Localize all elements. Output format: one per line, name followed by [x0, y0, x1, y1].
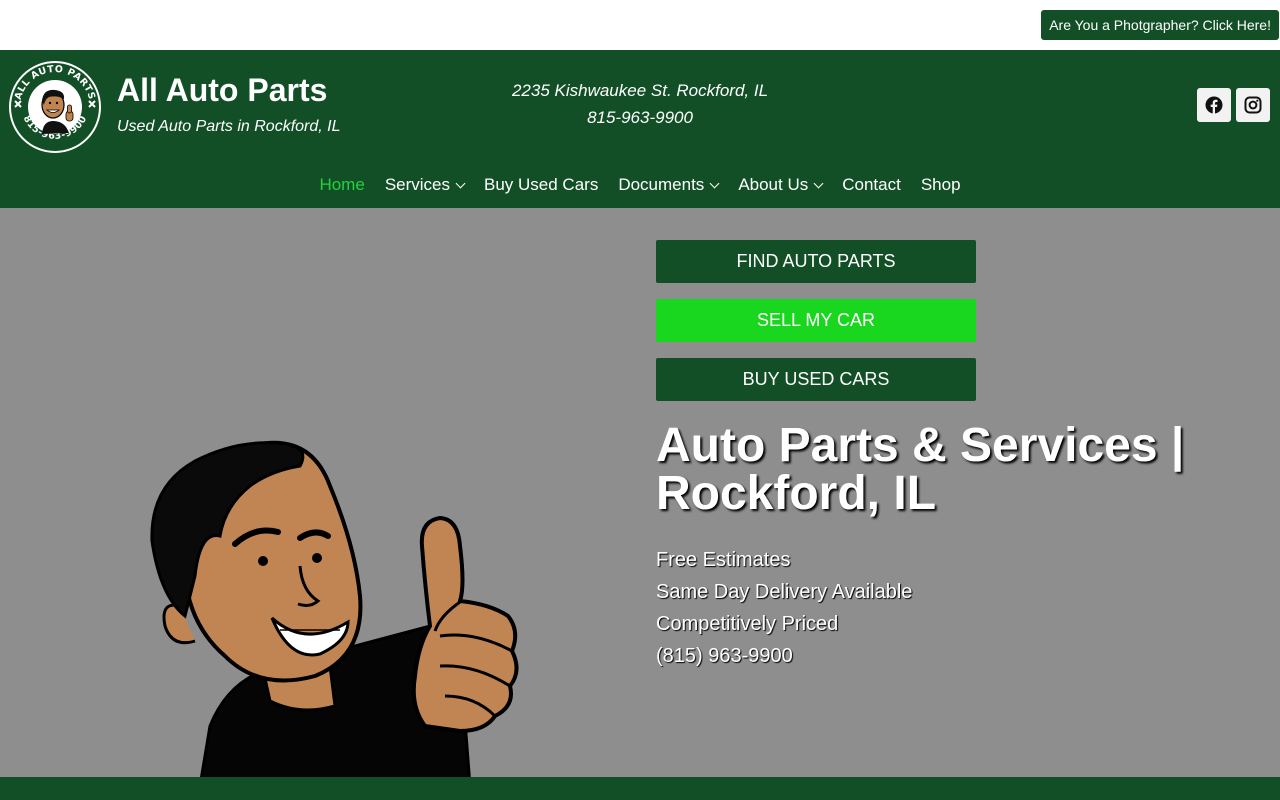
site-logo[interactable]: ALL AUTO PARTS 815-963-9900 — [9, 61, 101, 153]
photographer-button[interactable]: Are You a Photgrapher? Click Here! — [1041, 10, 1279, 40]
header-phone[interactable]: 815-963-9900 — [440, 108, 840, 128]
sell-my-car-button[interactable]: SELL MY CAR — [656, 299, 976, 342]
nav-label: Shop — [920, 175, 961, 194]
nav-label: Services — [384, 175, 450, 194]
instagram-icon — [1244, 96, 1262, 114]
nav-label: About Us — [738, 175, 809, 194]
nav-item-about-us[interactable]: About Us — [728, 172, 832, 198]
facebook-link[interactable] — [1197, 88, 1231, 122]
nav-item-contact[interactable]: Contact — [832, 172, 911, 198]
instagram-link[interactable] — [1236, 88, 1270, 122]
main-nav: Home Services Buy Used Cars Documents Ab… — [0, 172, 1280, 198]
chevron-down-icon — [455, 178, 466, 188]
nav-item-shop[interactable]: Shop — [911, 172, 971, 198]
footer-band — [0, 777, 1280, 800]
site-tagline: Used Auto Parts in Rockford, IL — [117, 118, 341, 135]
buy-used-cars-button[interactable]: BUY USED CARS — [656, 358, 976, 401]
nav-label: Contact — [842, 175, 901, 194]
nav-item-buy-used-cars[interactable]: Buy Used Cars — [474, 172, 608, 198]
feature-same-day-delivery: Same Day Delivery Available — [656, 581, 913, 603]
chevron-down-icon — [813, 178, 824, 188]
hero-section: FIND AUTO PARTS SELL MY CAR BUY USED CAR… — [0, 208, 1280, 777]
top-bar: Are You a Photgrapher? Click Here! — [0, 0, 1280, 50]
facebook-icon — [1205, 96, 1223, 114]
site-header: ALL AUTO PARTS 815-963-9900 All Auto Par… — [0, 50, 1280, 208]
nav-label: Home — [319, 175, 365, 194]
chevron-down-icon — [709, 178, 720, 188]
feature-free-estimates: Free Estimates — [656, 549, 791, 571]
find-auto-parts-button[interactable]: FIND AUTO PARTS — [656, 240, 976, 283]
thumbs-up-mascot-illustration — [150, 440, 519, 777]
nav-label: Documents — [618, 175, 705, 194]
hero-title: Auto Parts & Services | Rockford, IL — [656, 419, 1185, 520]
header-address: 2235 Kishwaukee St. Rockford, IL — [511, 81, 769, 100]
nav-label: Buy Used Cars — [484, 175, 599, 194]
site-title[interactable]: All Auto Parts — [117, 72, 327, 109]
nav-item-documents[interactable]: Documents — [608, 172, 728, 198]
nav-item-services[interactable]: Services — [375, 172, 474, 198]
hero-phone-number[interactable]: (815) 963-9900 — [656, 645, 793, 668]
nav-item-home[interactable]: Home — [309, 172, 374, 198]
feature-competitive-pricing: Competitively Priced — [656, 613, 839, 635]
